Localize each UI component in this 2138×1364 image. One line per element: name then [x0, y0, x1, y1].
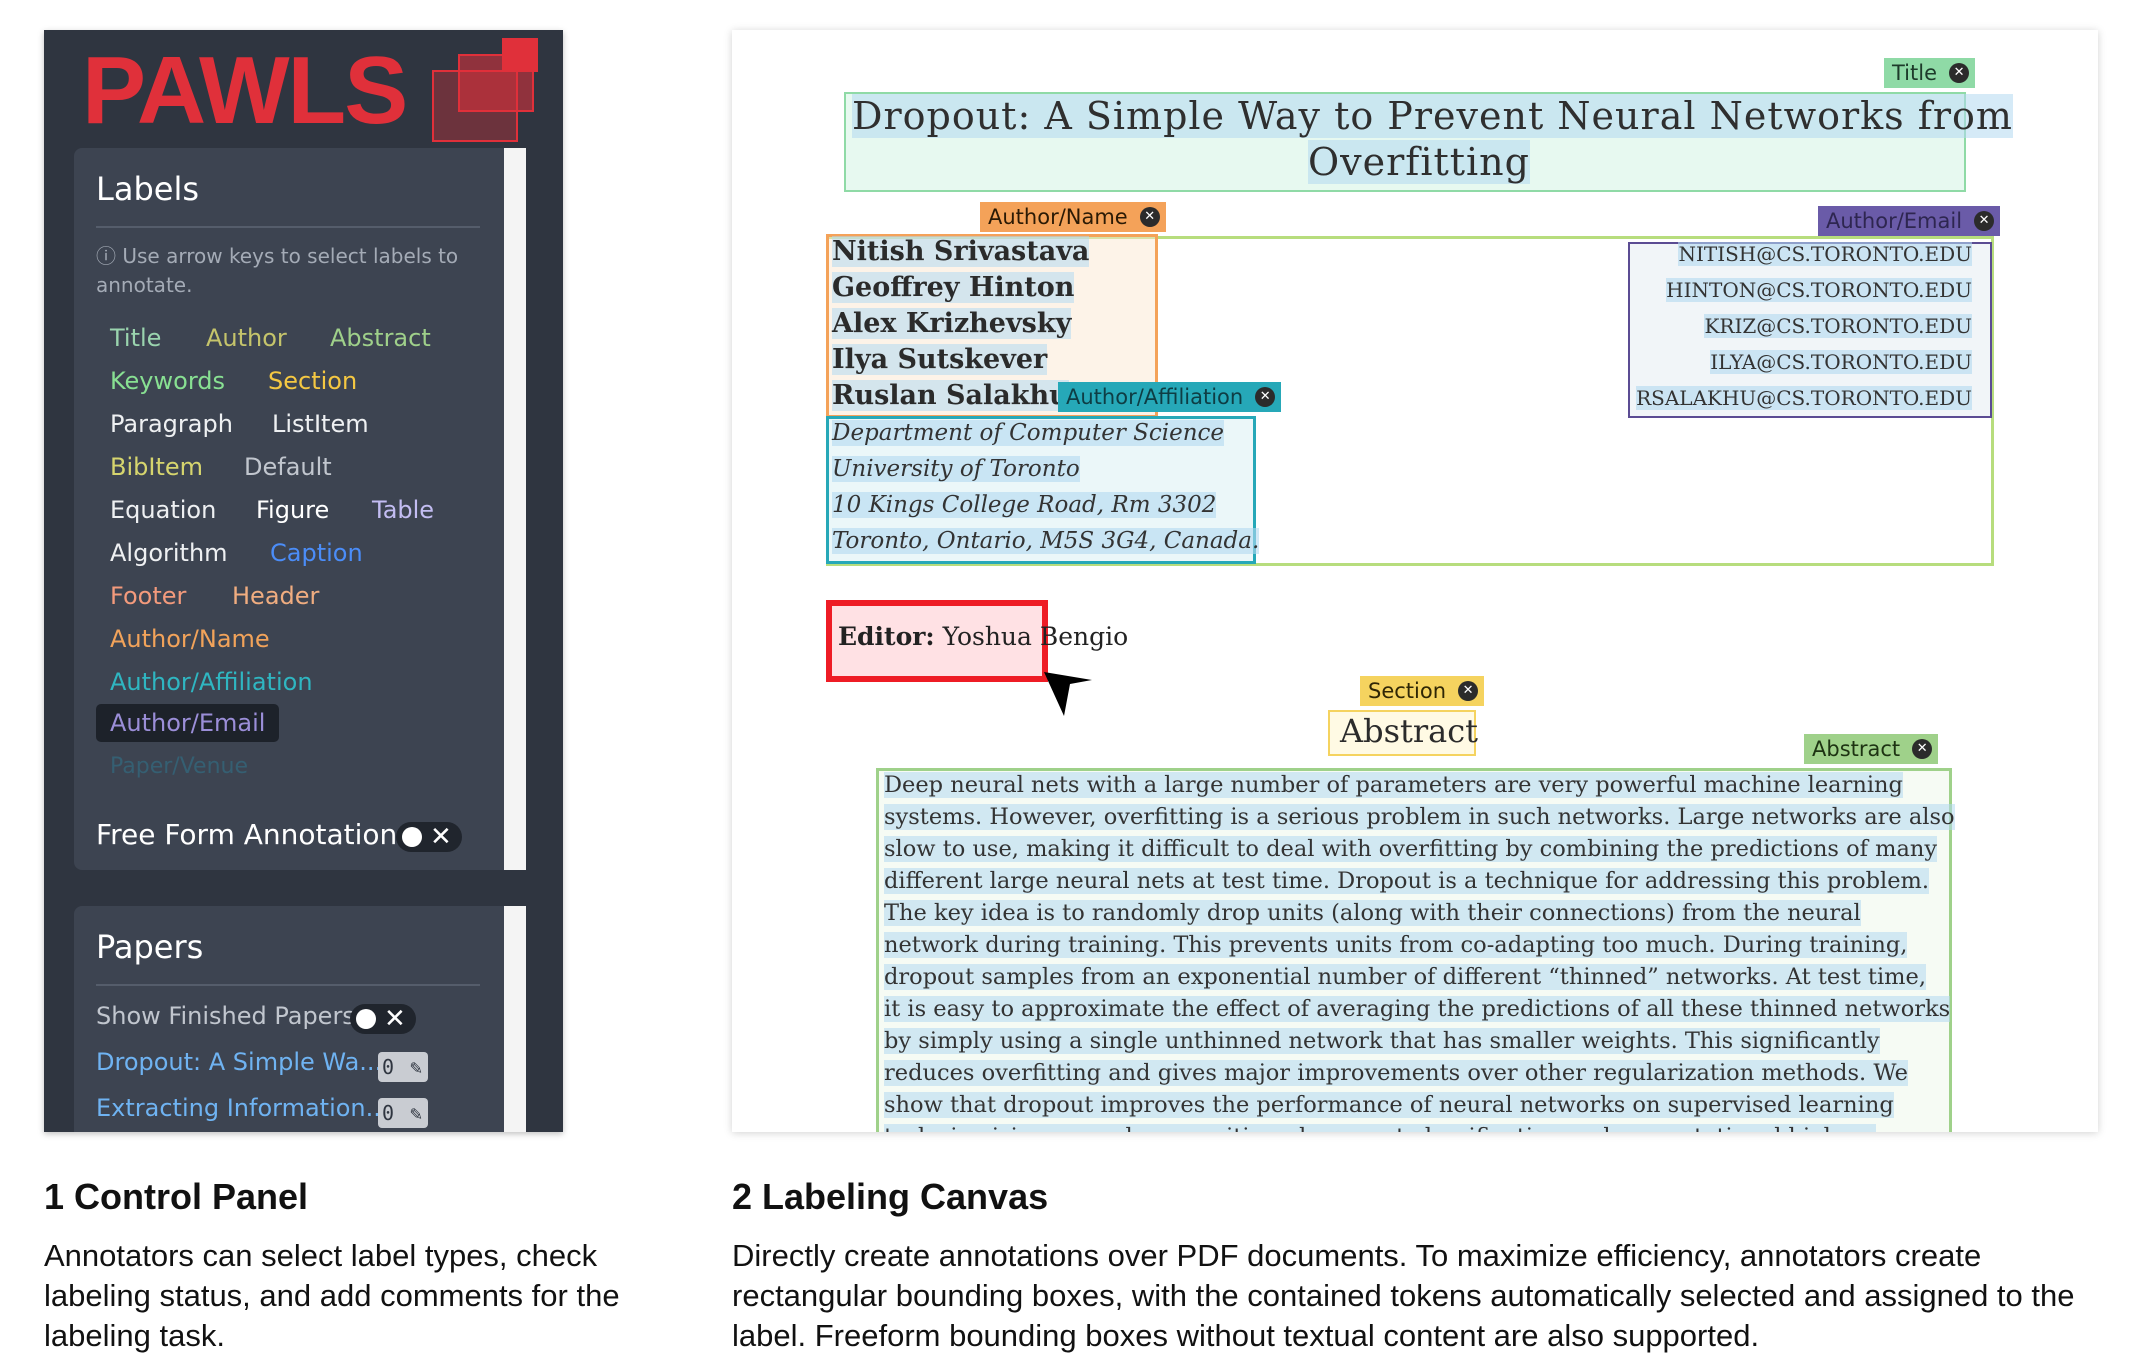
edit-pencil-icon: ✎: [409, 1055, 422, 1079]
abstract-text-line: it is easy to approximate the effect of …: [884, 996, 1951, 1022]
label-title[interactable]: Title: [110, 324, 161, 352]
close-icon[interactable]: ✕: [1949, 63, 1970, 83]
control-panel-caption-title: 1 Control Panel: [44, 1176, 309, 1217]
close-icon: ✕: [384, 1004, 406, 1034]
paper-title-line: Overfitting: [1308, 140, 1530, 184]
paper-title-line: Dropout: A Simple Way to Prevent Neural …: [852, 94, 2013, 138]
divider: [96, 984, 480, 986]
label-algorithm[interactable]: Algorithm: [110, 539, 228, 567]
app-logo: PAWLS: [82, 37, 408, 144]
label-table[interactable]: Table: [372, 496, 434, 524]
close-icon: ✕: [430, 822, 452, 852]
annotation-tag-author-affiliation: Author/Affiliation ✕: [1058, 382, 1282, 412]
labeling-canvas-caption-title: 2 Labeling Canvas: [732, 1176, 1049, 1217]
annotation-tag-author-name: Author/Name ✕: [980, 202, 1166, 232]
label-default[interactable]: Default: [244, 453, 332, 481]
label-caption[interactable]: Caption: [270, 539, 363, 567]
toggle-knob: [402, 827, 422, 847]
editor-line: Editor: Yoshua Bengio: [838, 622, 1129, 651]
abstract-text-line: systems. However, overfitting is a serio…: [884, 804, 1955, 830]
labels-card: Labels ⓘ Use arrow keys to select labels…: [74, 148, 526, 870]
labels-hint: ⓘ Use arrow keys to select labels to ann…: [96, 244, 459, 297]
toggle-knob: [356, 1009, 376, 1029]
abstract-text-line: tasks in vision, speech recognition, doc…: [884, 1124, 1876, 1132]
author-name-text: Ilya Sutskever: [832, 344, 1048, 375]
author-email-text: RSALAKHU@CS.TORONTO.EDU: [1636, 386, 1972, 410]
paper-link[interactable]: Extracting Information...: [96, 1094, 389, 1122]
affiliation-text: 10 Kings College Road, Rm 3302: [832, 492, 1217, 518]
label-section[interactable]: Section: [268, 367, 357, 395]
abstract-text-line: different large neural nets at test time…: [884, 868, 1930, 894]
label-equation[interactable]: Equation: [110, 496, 216, 524]
label-paragraph[interactable]: Paragraph: [110, 410, 233, 438]
close-icon[interactable]: ✕: [1974, 211, 1995, 231]
labeling-canvas[interactable]: Title ✕ Dropout: A Simple Way to Prevent …: [732, 30, 2098, 1132]
label-figure[interactable]: Figure: [256, 496, 329, 524]
annotation-tag-section: Section ✕: [1360, 676, 1485, 706]
papers-scrollbar[interactable]: [504, 906, 526, 1132]
close-icon[interactable]: ✕: [1912, 739, 1933, 759]
papers-heading: Papers: [96, 928, 204, 966]
author-name-text: Ruslan Salakhu: [832, 380, 1069, 411]
cursor-arrow-icon: [1044, 672, 1092, 716]
label-bibitem[interactable]: BibItem: [110, 453, 203, 481]
label-author-email-selected[interactable]: Author/Email: [96, 704, 280, 742]
free-form-annotations-label: Free Form Annotations: [96, 818, 412, 851]
affiliation-text: University of Toronto: [832, 456, 1080, 482]
label-footer[interactable]: Footer: [110, 582, 186, 610]
annotation-tag-author-email: Author/Email ✕: [1818, 206, 2001, 236]
divider: [96, 226, 480, 228]
labels-scrollbar[interactable]: [504, 148, 526, 870]
label-author-affiliation[interactable]: Author/Affiliation: [110, 668, 313, 696]
abstract-text-line: slow to use, making it difficult to deal…: [884, 836, 1938, 862]
control-panel-caption-body: Annotators can select label types, check…: [44, 1238, 620, 1353]
label-abstract[interactable]: Abstract: [330, 324, 431, 352]
show-finished-label: Show Finished Papers:: [96, 1002, 363, 1030]
control-panel: PAWLS Labels ⓘ Use arrow keys to select …: [44, 30, 563, 1132]
abstract-text-line: dropout samples from an exponential numb…: [884, 964, 1926, 990]
abstract-text-line: by simply using a single unthinned netwo…: [884, 1028, 1880, 1054]
annotation-tag-title: Title ✕: [1884, 58, 1976, 88]
author-email-text: HINTON@CS.TORONTO.EDU: [1666, 278, 1972, 302]
label-author-name[interactable]: Author/Name: [110, 625, 270, 653]
free-form-toggle[interactable]: ✕: [396, 822, 462, 852]
edit-pencil-icon: ✎: [409, 1101, 422, 1125]
annotation-count-badge[interactable]: 0 ✎: [378, 1052, 428, 1082]
affiliation-text: Toronto, Ontario, M5S 3G4, Canada.: [832, 528, 1260, 554]
abstract-text-line: reduces overfitting and gives major impr…: [884, 1060, 1908, 1086]
abstract-text-line: The key idea is to randomly drop units (…: [884, 900, 1861, 926]
show-finished-toggle[interactable]: ✕: [350, 1004, 416, 1034]
label-header[interactable]: Header: [232, 582, 319, 610]
author-email-text: KRIZ@CS.TORONTO.EDU: [1704, 314, 1972, 338]
section-heading-text: Abstract: [1340, 712, 1479, 750]
label-keywords[interactable]: Keywords: [110, 367, 225, 395]
author-name-text: Nitish Srivastava: [832, 236, 1090, 267]
labels-heading: Labels: [96, 170, 199, 208]
author-name-text: Alex Krizhevsky: [832, 308, 1072, 339]
author-email-text: ILYA@CS.TORONTO.EDU: [1710, 350, 1972, 374]
labeling-canvas-caption-body: Directly create annotations over PDF doc…: [732, 1238, 2075, 1353]
paper-link[interactable]: Dropout: A Simple Wa...: [96, 1048, 382, 1076]
label-listitem[interactable]: ListItem: [272, 410, 369, 438]
close-icon[interactable]: ✕: [1458, 681, 1479, 701]
abstract-text-line: network during training. This prevents u…: [884, 932, 1908, 958]
abstract-text-line: show that dropout improves the performan…: [884, 1092, 1894, 1118]
abstract-text-line: Deep neural nets with a large number of …: [884, 772, 1903, 798]
info-icon: ⓘ: [96, 244, 123, 268]
annotation-tag-abstract: Abstract ✕: [1804, 734, 1939, 764]
affiliation-text: Department of Computer Science: [832, 420, 1225, 446]
author-name-text: Geoffrey Hinton: [832, 272, 1075, 303]
close-icon[interactable]: ✕: [1255, 387, 1276, 407]
label-author[interactable]: Author: [206, 324, 287, 352]
label-paper-venue[interactable]: Paper/Venue: [110, 754, 248, 779]
papers-card: Papers Show Finished Papers: ✕ Dropout: …: [74, 906, 526, 1132]
annotation-count-badge[interactable]: 0 ✎: [378, 1098, 428, 1128]
author-email-text: NITISH@CS.TORONTO.EDU: [1678, 242, 1972, 266]
close-icon[interactable]: ✕: [1139, 207, 1160, 227]
